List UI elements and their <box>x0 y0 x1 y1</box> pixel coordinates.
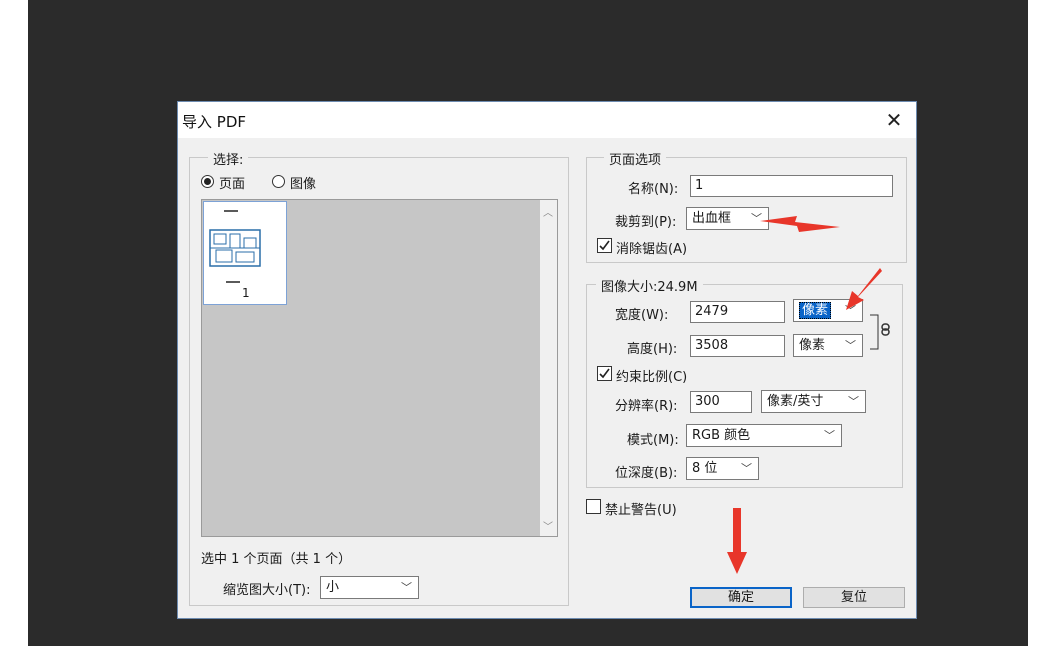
crop-label: 裁剪到(P): <box>615 215 677 230</box>
import-pdf-dialog: 导入 PDF ✕ 选择: 页面 图像 1 ︿ ﹀ 选中 1 个页面（共 1 个）… <box>177 101 917 619</box>
dialog-title: 导入 PDF <box>182 113 246 131</box>
crop-value: 出血框 <box>692 211 732 226</box>
image-size-group: 图像大小:24.9M 宽度(W): 2479 像素 ﹀ 高度(H): 3508 … <box>586 276 903 488</box>
scroll-down-icon[interactable]: ﹀ <box>543 518 553 533</box>
ok-button[interactable]: 确定 <box>690 587 792 608</box>
height-field[interactable]: 3508 <box>690 335 785 357</box>
scroll-up-icon[interactable]: ︿ <box>543 204 553 219</box>
width-label: 宽度(W): <box>615 308 669 323</box>
resolution-field[interactable]: 300 <box>690 391 752 413</box>
preview-scrollbar[interactable]: ︿ ﹀ <box>540 200 557 536</box>
antialias-label[interactable]: 消除锯齿(A) <box>616 238 687 257</box>
suppress-warnings-label[interactable]: 禁止警告(U) <box>605 499 677 518</box>
chevron-down-icon: ﹀ <box>401 581 412 594</box>
width-field[interactable]: 2479 <box>690 301 785 323</box>
depth-label: 位深度(B): <box>615 466 678 481</box>
radio-page-label[interactable]: 页面 <box>219 173 245 192</box>
thumb-size-select[interactable]: 小 ﹀ <box>320 576 419 599</box>
height-unit-select[interactable]: 像素 ﹀ <box>793 334 863 357</box>
chevron-down-icon: ﹀ <box>845 339 856 352</box>
depth-value: 8 位 <box>692 461 718 476</box>
thumbnail-page-number: 1 <box>242 286 250 300</box>
page-options-legend: 页面选项 <box>604 149 667 168</box>
mode-value: RGB 颜色 <box>692 428 751 443</box>
mode-select[interactable]: RGB 颜色 ﹀ <box>686 424 842 447</box>
crop-select[interactable]: 出血框 ﹀ <box>686 207 769 230</box>
name-label: 名称(N): <box>628 182 679 197</box>
resolution-label: 分辨率(R): <box>615 399 678 414</box>
antialias-checkbox[interactable] <box>597 238 612 253</box>
height-label: 高度(H): <box>627 342 678 357</box>
resolution-unit-value: 像素/英寸 <box>767 394 824 409</box>
constrain-label[interactable]: 约束比例(C) <box>616 366 687 385</box>
close-icon[interactable]: ✕ <box>882 108 906 132</box>
image-size-legend: 图像大小:24.9M <box>596 276 703 295</box>
select-group: 选择: 页面 图像 1 ︿ ﹀ 选中 1 个页面（共 1 个） 缩览图大小(T)… <box>189 149 569 606</box>
checkmark-icon <box>599 240 610 251</box>
selection-summary: 选中 1 个页面（共 1 个） <box>201 552 352 567</box>
depth-select[interactable]: 8 位 ﹀ <box>686 457 759 480</box>
thumb-size-label: 缩览图大小(T): <box>223 583 311 598</box>
radio-image-label[interactable]: 图像 <box>290 173 316 192</box>
page-thumbnail[interactable]: 1 <box>203 201 287 305</box>
dialog-titlebar: 导入 PDF ✕ <box>178 102 916 138</box>
select-legend: 选择: <box>208 149 249 168</box>
name-field[interactable]: 1 <box>690 175 893 197</box>
suppress-warnings-checkbox[interactable] <box>586 499 601 514</box>
width-unit-value: 像素 <box>799 302 832 319</box>
checkmark-icon <box>599 368 610 379</box>
mode-label: 模式(M): <box>627 433 679 448</box>
resolution-unit-select[interactable]: 像素/英寸 ﹀ <box>761 390 866 413</box>
radio-image[interactable] <box>272 175 285 188</box>
height-unit-value: 像素 <box>799 338 826 353</box>
link-icon[interactable] <box>870 314 894 350</box>
width-unit-select[interactable]: 像素 ﹀ <box>793 299 863 322</box>
chevron-down-icon: ﹀ <box>751 212 762 225</box>
chevron-down-icon: ﹀ <box>824 429 835 442</box>
chevron-down-icon: ﹀ <box>845 304 856 317</box>
chevron-down-icon: ﹀ <box>741 462 752 475</box>
chevron-down-icon: ﹀ <box>848 395 859 408</box>
radio-page[interactable] <box>201 175 214 188</box>
reset-button[interactable]: 复位 <box>803 587 905 608</box>
page-preview-area[interactable]: 1 ︿ ﹀ <box>201 199 558 537</box>
constrain-checkbox[interactable] <box>597 366 612 381</box>
thumb-size-value: 小 <box>326 580 340 595</box>
page-options-group: 页面选项 名称(N): 1 裁剪到(P): 出血框 ﹀ 消除锯齿(A) <box>586 149 907 263</box>
